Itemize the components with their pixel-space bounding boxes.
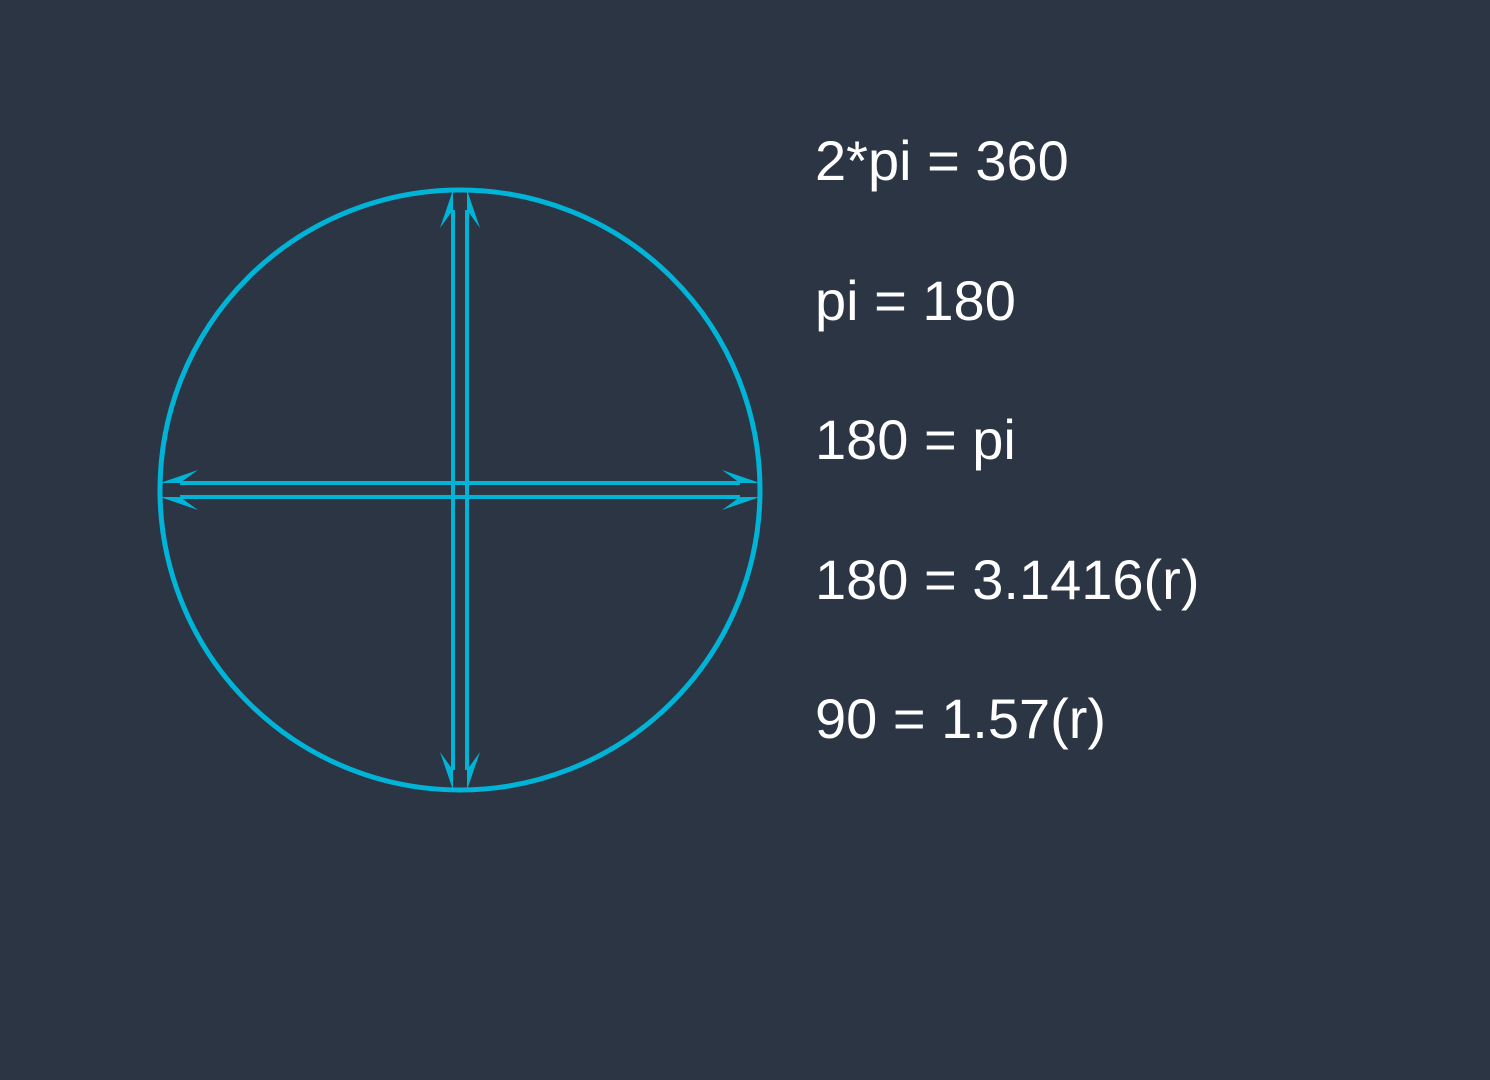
equation-1: 2*pi = 360 (815, 130, 1199, 192)
circle-outline (160, 190, 760, 790)
equation-2: pi = 180 (815, 270, 1199, 332)
equation-3: 180 = pi (815, 409, 1199, 471)
equations-list: 2*pi = 360 pi = 180 180 = pi 180 = 3.141… (815, 130, 1199, 750)
equation-5: 90 = 1.57(r) (815, 688, 1199, 750)
circle-diagram (150, 110, 770, 870)
equation-4: 180 = 3.1416(r) (815, 549, 1199, 611)
circle-svg (150, 110, 770, 870)
